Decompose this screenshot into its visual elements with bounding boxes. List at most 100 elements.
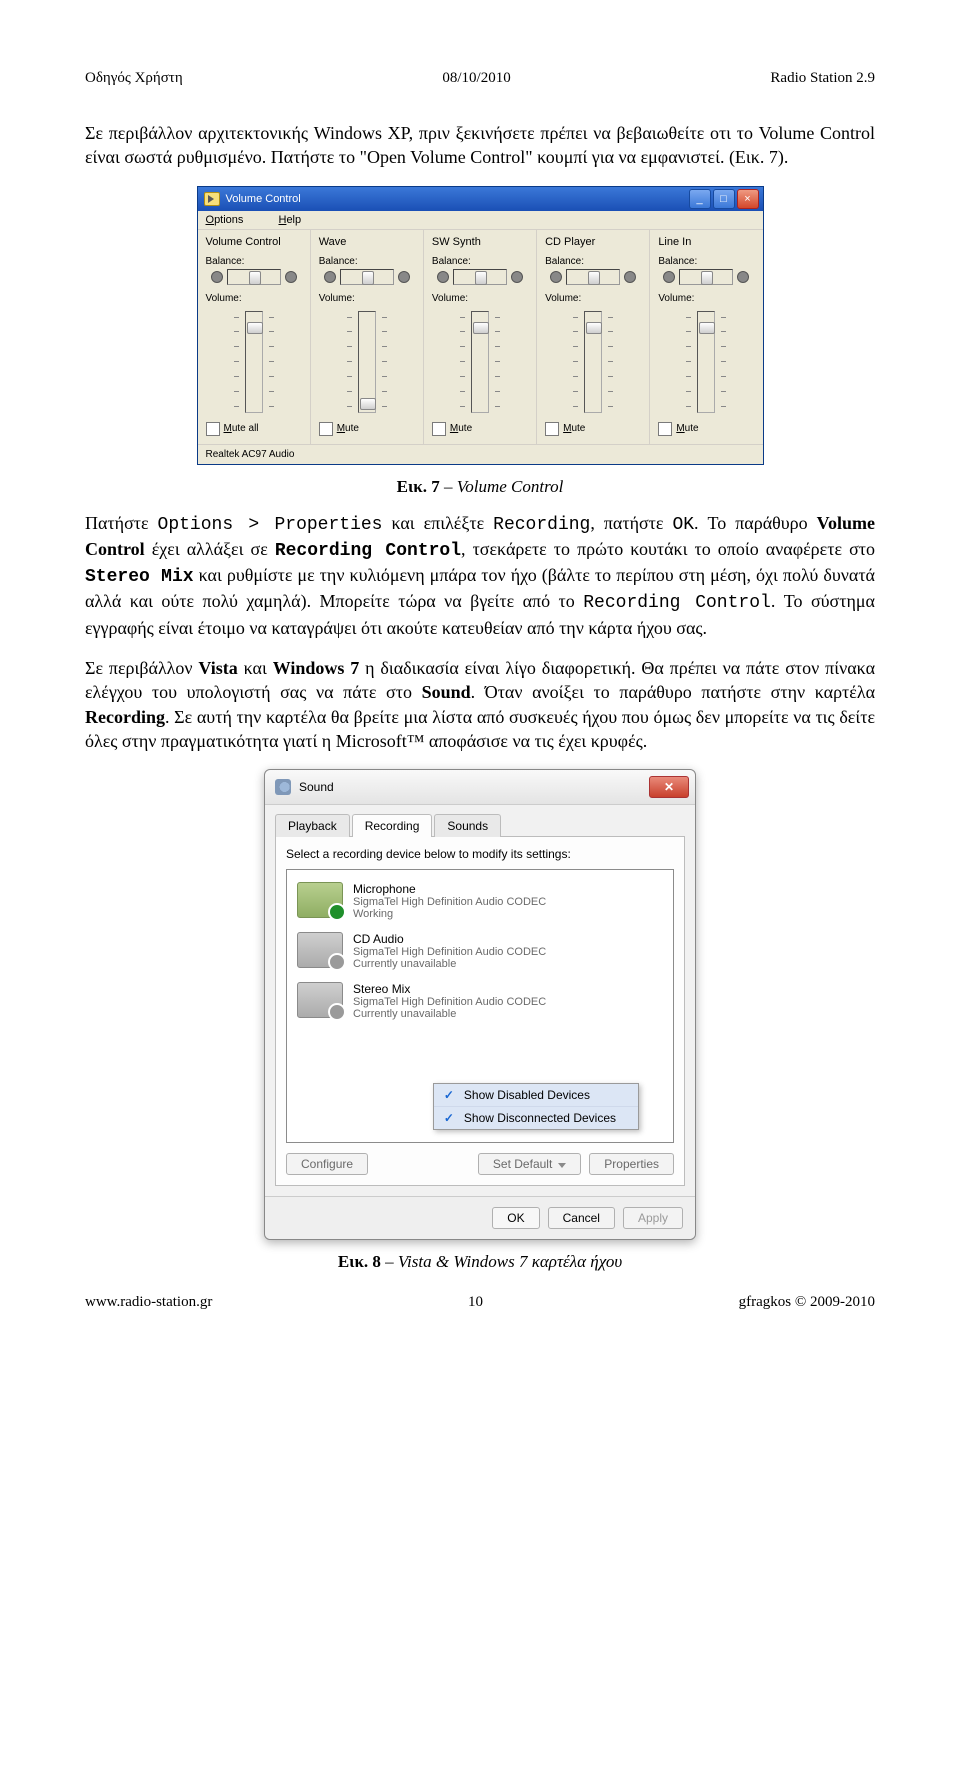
header-center: 08/10/2010 xyxy=(442,70,510,87)
sound-dialog: Sound ✕ PlaybackRecordingSounds Select a… xyxy=(264,769,696,1240)
mute-checkbox[interactable]: Mute xyxy=(658,422,698,436)
soundcard-icon xyxy=(297,882,343,918)
balance-label: Balance: xyxy=(206,256,245,267)
balance-left-icon xyxy=(550,271,562,283)
vc-menubar: Options Help xyxy=(198,211,763,230)
header-left: Οδηγός Χρήστη xyxy=(85,70,183,87)
context-menu-item[interactable]: ✓Show Disabled Devices xyxy=(434,1084,638,1107)
cancel-button[interactable]: Cancel xyxy=(548,1207,615,1229)
vc-channel: CD Player Balance: Volume: Mute xyxy=(537,230,650,444)
maximize-button[interactable]: □ xyxy=(713,189,735,209)
tab-playback[interactable]: Playback xyxy=(275,814,350,837)
vc-channel: Line InBalance:Volume:Mute xyxy=(650,230,762,444)
device-row[interactable]: CD AudioSigmaTel High Definition Audio C… xyxy=(287,926,673,976)
device-status: Currently unavailable xyxy=(353,958,546,970)
mute-all-checkbox[interactable]: Mute all xyxy=(206,422,259,436)
volume-slider[interactable] xyxy=(573,312,613,412)
set-default-button[interactable]: Set Default xyxy=(478,1153,581,1175)
sound-titlebar[interactable]: Sound ✕ xyxy=(265,770,695,805)
menu-options[interactable]: Options xyxy=(206,214,260,226)
device-status: Working xyxy=(353,908,546,920)
balance-right-icon xyxy=(624,271,636,283)
balance-right-icon xyxy=(511,271,523,283)
paragraph-intro: Σε περιβάλλον αρχιτεκτονικής Windows XP,… xyxy=(85,121,875,170)
balance-slider[interactable] xyxy=(550,269,636,285)
tab-recording[interactable]: Recording xyxy=(352,814,433,837)
device-codec: SigmaTel High Definition Audio CODEC xyxy=(353,946,546,958)
footer-center: 10 xyxy=(468,1294,483,1311)
balance-right-icon xyxy=(737,271,749,283)
channel-name: Line In xyxy=(658,236,691,248)
device-list[interactable]: MicrophoneSigmaTel High Definition Audio… xyxy=(286,869,674,1143)
balance-left-icon xyxy=(211,271,223,283)
vc-titlebar[interactable]: Volume Control _ □ × xyxy=(198,187,763,211)
apply-button[interactable]: Apply xyxy=(623,1207,683,1229)
check-icon: ✓ xyxy=(442,1111,456,1125)
balance-right-icon xyxy=(398,271,410,283)
volume-control-window: Volume Control _ □ × Options Help Volume… xyxy=(197,186,764,465)
context-menu-item[interactable]: ✓Show Disconnected Devices xyxy=(434,1107,638,1129)
speaker-icon xyxy=(204,192,220,206)
channel-name: Volume Control xyxy=(206,236,281,248)
page-footer: www.radio-station.gr 10 gfragkos © 2009-… xyxy=(85,1294,875,1311)
balance-slider[interactable] xyxy=(211,269,297,285)
minimize-button[interactable]: _ xyxy=(689,189,711,209)
channel-name: Wave xyxy=(319,236,347,248)
volume-slider[interactable] xyxy=(686,312,726,412)
device-status: Currently unavailable xyxy=(353,1008,546,1020)
channel-name: CD Player xyxy=(545,236,595,248)
volume-slider[interactable] xyxy=(347,312,387,412)
volume-label: Volume: xyxy=(319,293,355,304)
device-codec: SigmaTel High Definition Audio CODEC xyxy=(353,996,546,1008)
volume-label: Volume: xyxy=(658,293,694,304)
device-name: Stereo Mix xyxy=(353,982,546,996)
paragraph-instructions: Πατήστε Options > Properties και επιλέξτ… xyxy=(85,511,875,640)
vc-status-bar: Realtek AC97 Audio xyxy=(198,444,763,464)
device-name: Microphone xyxy=(353,882,546,896)
device-row[interactable]: Stereo MixSigmaTel High Definition Audio… xyxy=(287,976,673,1026)
configure-button[interactable]: Configure xyxy=(286,1153,368,1175)
balance-left-icon xyxy=(437,271,449,283)
header-right: Radio Station 2.9 xyxy=(770,70,875,87)
mute-checkbox[interactable]: Mute xyxy=(319,422,359,436)
properties-button[interactable]: Properties xyxy=(589,1153,674,1175)
sound-title: Sound xyxy=(299,780,334,794)
volume-slider[interactable] xyxy=(234,312,274,412)
balance-slider[interactable] xyxy=(324,269,410,285)
tab-sounds[interactable]: Sounds xyxy=(434,814,501,837)
page-header: Οδηγός Χρήστη 08/10/2010 Radio Station 2… xyxy=(85,70,875,87)
close-button[interactable]: ✕ xyxy=(649,776,689,798)
mute-checkbox[interactable]: Mute xyxy=(545,422,585,436)
footer-left: www.radio-station.gr xyxy=(85,1294,212,1311)
sound-tabs: PlaybackRecordingSounds xyxy=(275,813,685,837)
balance-label: Balance: xyxy=(545,256,584,267)
balance-left-icon xyxy=(324,271,336,283)
soundcard-icon xyxy=(297,932,343,968)
balance-slider[interactable] xyxy=(663,269,749,285)
volume-slider[interactable] xyxy=(460,312,500,412)
volume-label: Volume: xyxy=(545,293,581,304)
menu-help[interactable]: Help xyxy=(278,214,317,226)
balance-label: Balance: xyxy=(319,256,358,267)
device-row[interactable]: MicrophoneSigmaTel High Definition Audio… xyxy=(287,876,673,926)
vc-channel: SW SynthBalance:Volume:Mute xyxy=(424,230,537,444)
figure-7-caption: Εικ. 7 – Volume Control xyxy=(85,477,875,497)
balance-label: Balance: xyxy=(432,256,471,267)
figure-8-caption: Εικ. 8 – Vista & Windows 7 καρτέλα ήχου xyxy=(85,1252,875,1272)
balance-left-icon xyxy=(663,271,675,283)
vc-channel: Wave Balance: Volume: Mute xyxy=(311,230,424,444)
ok-button[interactable]: OK xyxy=(492,1207,539,1229)
context-menu[interactable]: ✓Show Disabled Devices✓Show Disconnected… xyxy=(433,1083,639,1130)
soundcard-icon xyxy=(297,982,343,1018)
device-codec: SigmaTel High Definition Audio CODEC xyxy=(353,896,546,908)
device-name: CD Audio xyxy=(353,932,546,946)
close-button[interactable]: × xyxy=(737,189,759,209)
mute-checkbox[interactable]: Mute xyxy=(432,422,472,436)
balance-right-icon xyxy=(285,271,297,283)
chevron-down-icon xyxy=(558,1163,566,1168)
vc-channel: Volume ControlBalance:Volume:Mute all xyxy=(198,230,311,444)
balance-slider[interactable] xyxy=(437,269,523,285)
sound-instruction: Select a recording device below to modif… xyxy=(286,847,674,861)
volume-label: Volume: xyxy=(432,293,468,304)
sound-icon xyxy=(275,779,291,795)
